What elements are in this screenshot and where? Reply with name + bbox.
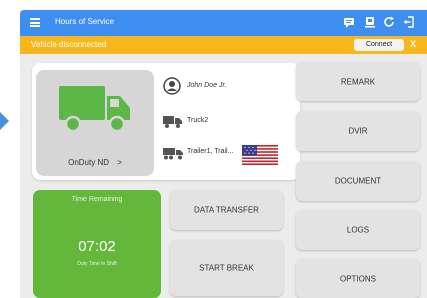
driver-name: John Doe Jr. [187,82,227,89]
connect-button[interactable]: Connect [354,39,404,51]
duty-status-text: OnDuty ND [68,158,109,167]
trailer-icon [163,148,183,160]
menu-icon[interactable] [30,18,40,27]
time-remaining-card[interactable]: Time Remaining 07:02 Duty Time In Shift [33,190,161,298]
message-icon[interactable] [342,15,356,29]
truck-small-icon [163,116,182,128]
options-button[interactable]: OPTIONS [296,259,420,298]
start-break-button[interactable]: START BREAK [170,240,283,296]
chevron-right-icon: > [117,158,122,167]
left-arrow-indicator [0,112,9,130]
banner-close-button[interactable]: X [410,39,416,49]
timer-subtitle: Duty Time In Shift [77,261,117,267]
trailer-names: Trailer1, Trail... [187,148,234,155]
dvir-button[interactable]: DVIR [296,111,420,151]
data-transfer-label: DATA TRANSFER [194,205,259,215]
timer-title: Time Remaining [71,196,123,203]
logs-label: LOGS [346,225,370,235]
document-label: DOCUMENT [334,176,382,186]
app-bar: Hours of Service [20,10,427,36]
truck-icon [59,86,130,133]
document-button[interactable]: DOCUMENT [296,161,420,201]
dvir-label: DVIR [348,126,368,136]
data-transfer-button[interactable]: DATA TRANSFER [170,190,283,230]
truck-row[interactable]: Truck2 [163,112,263,132]
remark-button[interactable]: REMARK [296,62,420,101]
screenshot-stage: Hours of Service Vehicle disconnected Co… [0,0,427,298]
driver-row[interactable]: John Doe Jr. [163,77,263,97]
app-window: Hours of Service Vehicle disconnected Co… [20,10,427,298]
duty-status-button[interactable]: OnDuty ND > [36,70,154,176]
us-flag-icon[interactable] [242,145,278,165]
timer-value: 07:02 [78,238,116,255]
refresh-icon[interactable] [382,15,396,29]
app-title: Hours of Service [55,17,115,26]
banner-message: Vehicle disconnected [31,40,107,49]
person-icon [163,77,181,95]
truck-name: Truck2 [187,117,209,124]
connection-banner: Vehicle disconnected Connect X [20,36,427,54]
options-label: OPTIONS [339,274,376,283]
remark-label: REMARK [340,77,376,86]
duty-status-label: OnDuty ND > [36,158,154,167]
logout-icon[interactable] [402,15,416,29]
device-icon[interactable] [363,15,377,29]
logs-button[interactable]: LOGS [296,210,420,250]
start-break-label: START BREAK [199,263,254,273]
